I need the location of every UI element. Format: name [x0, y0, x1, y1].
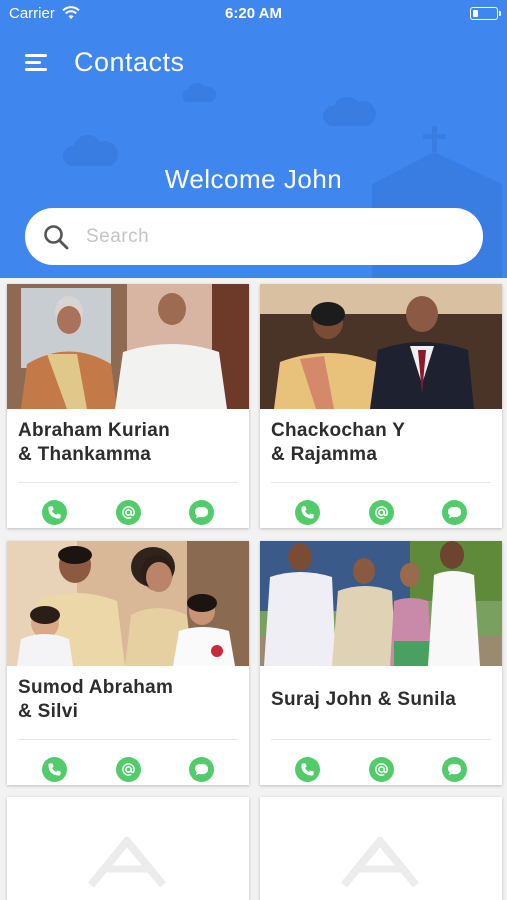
email-button[interactable] [116, 500, 141, 525]
contact-name: Abraham Kurian & Thankamma [18, 419, 241, 467]
chat-icon [447, 763, 462, 776]
contact-name: Sumod Abraham & Silvi [18, 676, 241, 724]
battery-icon [470, 7, 501, 20]
phone-icon [301, 763, 314, 776]
search-input[interactable] [86, 220, 456, 253]
welcome-text: Welcome John [164, 164, 343, 194]
cloud-icon [62, 134, 118, 166]
contact-name-line1: Suraj John & Sunila [271, 689, 457, 710]
divider [18, 739, 238, 740]
email-icon [122, 506, 135, 519]
contact-card[interactable]: Abraham Kurian & Thankamma [7, 284, 249, 528]
divider [271, 739, 491, 740]
family-photo [7, 541, 249, 666]
search-bar[interactable] [25, 208, 483, 265]
call-button[interactable] [295, 757, 320, 782]
cloud-icon [322, 96, 376, 126]
message-button[interactable] [189, 757, 214, 782]
contact-name-line1: Sumod Abraham [18, 677, 174, 698]
message-button[interactable] [189, 500, 214, 525]
search-icon [44, 225, 69, 250]
email-icon [375, 506, 388, 519]
chat-icon [194, 506, 209, 519]
cloud-icon [182, 83, 216, 102]
divider [18, 482, 238, 483]
contact-name-line2: & Silvi [18, 701, 79, 722]
message-button[interactable] [442, 757, 467, 782]
contact-card-placeholder[interactable] [7, 797, 249, 900]
page-title: Contacts [74, 47, 185, 77]
family-photo [260, 541, 502, 666]
email-button[interactable] [369, 500, 394, 525]
phone-icon [48, 506, 61, 519]
contact-card[interactable]: Sumod Abraham & Silvi [7, 541, 249, 785]
contact-card[interactable]: Chackochan Y & Rajamma [260, 284, 502, 528]
email-icon [375, 763, 388, 776]
chat-icon [194, 763, 209, 776]
contact-card-placeholder[interactable] [260, 797, 502, 900]
placeholder-logo-icon [87, 837, 167, 887]
couple-photo [7, 284, 249, 409]
battery-level [473, 10, 478, 17]
phone-icon [48, 763, 61, 776]
call-button[interactable] [42, 757, 67, 782]
header: Carrier 6:20 AM Contacts Welcome John [0, 0, 507, 278]
clock: 6:20 AM [225, 5, 282, 22]
call-button[interactable] [42, 500, 67, 525]
message-button[interactable] [442, 500, 467, 525]
email-button[interactable] [116, 757, 141, 782]
placeholder-logo-icon [340, 837, 420, 887]
contact-name: Suraj John & Sunila [271, 688, 494, 712]
contact-card[interactable]: Suraj John & Sunila [260, 541, 502, 785]
contact-name: Chackochan Y & Rajamma [271, 419, 494, 467]
email-icon [122, 763, 135, 776]
contact-name-line1: Abraham Kurian [18, 420, 171, 441]
call-button[interactable] [295, 500, 320, 525]
status-bar: Carrier 6:20 AM [0, 0, 507, 28]
divider [271, 482, 491, 483]
contact-name-line1: Chackochan Y [271, 420, 406, 441]
couple-photo [260, 284, 502, 409]
email-button[interactable] [369, 757, 394, 782]
phone-icon [301, 506, 314, 519]
contact-name-line2: & Thankamma [18, 444, 152, 465]
contact-name-line2: & Rajamma [271, 444, 378, 465]
menu-icon[interactable] [25, 54, 49, 72]
chat-icon [447, 506, 462, 519]
